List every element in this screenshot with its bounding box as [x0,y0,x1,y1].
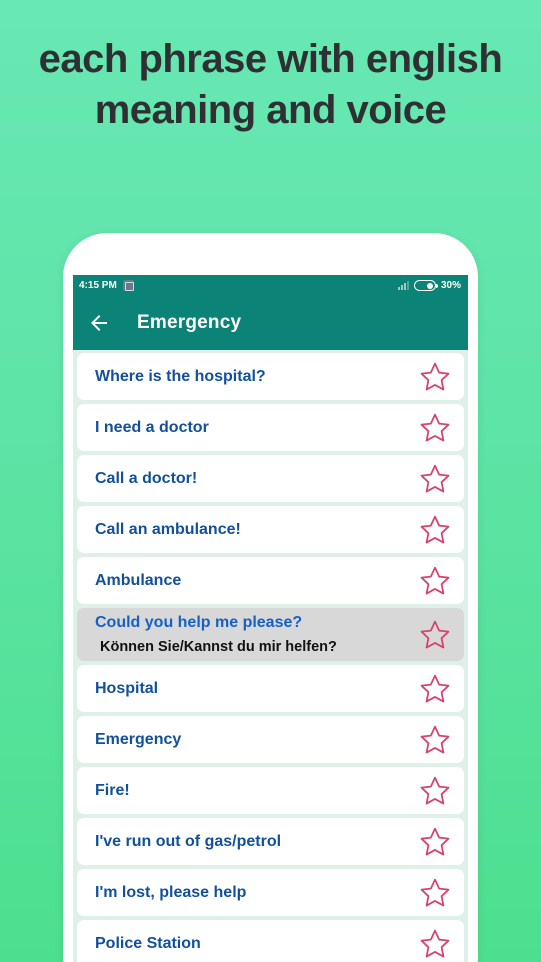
phrase-row-texts: Hospital [95,680,158,698]
star-outline-icon[interactable] [418,462,452,496]
phrase-english: Fire! [95,781,130,799]
star-outline-icon[interactable] [418,564,452,598]
phrase-english: Where is the hospital? [95,367,266,385]
phrase-row-texts: Could you help me please? Können Sie/Kann… [95,614,337,655]
phrase-row[interactable]: Ambulance [77,557,464,604]
phrase-row[interactable]: Could you help me please? Können Sie/Kann… [77,608,464,661]
phrase-row-texts: I need a doctor [95,419,209,437]
status-bar-left: 4:15 PM [79,280,134,291]
signal-bars-icon [397,281,409,290]
phrase-row[interactable]: Fire! [77,767,464,814]
phone-screen: 4:15 PM 30% Emergency Where is the hospi… [73,275,468,962]
phrase-row-texts: I'm lost, please help [95,884,246,902]
phrase-english: I need a doctor [95,418,209,436]
phrase-row[interactable]: Where is the hospital? [77,353,464,400]
phrase-row[interactable]: I've run out of gas/petrol [77,818,464,865]
phrase-row-texts: Call an ambulance! [95,521,241,539]
phrase-english: Hospital [95,679,159,697]
phrase-row[interactable]: I'm lost, please help [77,869,464,916]
phrase-english: Police Station [95,934,201,952]
phrase-row[interactable]: Emergency [77,716,464,763]
status-bar-time: 4:15 PM [79,280,117,291]
star-outline-icon[interactable] [418,927,452,961]
phrase-english: Emergency [95,730,182,748]
promo-headline: each phrase with english meaning and voi… [38,37,503,133]
phrase-row[interactable]: I need a doctor [77,404,464,451]
phrase-row-texts: Emergency [95,731,181,749]
star-outline-icon[interactable] [418,411,452,445]
app-notification-icon [122,280,134,291]
phrase-english: Call an ambulance! [95,520,241,538]
star-outline-icon[interactable] [418,774,452,808]
battery-icon [413,280,438,291]
phrase-translation: Können Sie/Kannst du mir helfen? [100,639,337,655]
phrase-row[interactable]: Police Station [77,920,464,962]
back-arrow-icon[interactable] [87,311,111,335]
status-bar: 4:15 PM 30% [73,275,468,296]
star-outline-icon[interactable] [418,618,452,652]
battery-percent-label: 30% [440,280,461,291]
status-bar-right: 30% [397,280,461,291]
star-outline-icon[interactable] [418,672,452,706]
app-bar-title: Emergency [137,312,242,333]
phrase-english: Ambulance [95,571,182,589]
phrase-row[interactable]: Call a doctor! [77,455,464,502]
star-outline-icon[interactable] [418,513,452,547]
phrase-row-texts: Call a doctor! [95,470,197,488]
star-outline-icon[interactable] [418,723,452,757]
phone-mockup: 4:15 PM 30% Emergency Where is the hospi… [63,233,478,962]
phrase-row-texts: Ambulance [95,572,181,590]
phrase-english: I'm lost, please help [95,883,247,901]
phrase-list[interactable]: Where is the hospital? I need a doctor C… [73,350,468,962]
phrase-english: Call a doctor! [95,469,198,487]
star-outline-icon[interactable] [418,360,452,394]
star-outline-icon[interactable] [418,825,452,859]
phrase-english: I've run out of gas/petrol [95,832,282,850]
phrase-row-texts: Where is the hospital? [95,368,266,386]
phrase-row-texts: I've run out of gas/petrol [95,833,281,851]
app-bar: Emergency [73,296,468,350]
phrase-english: Could you help me please? [95,614,303,631]
star-outline-icon[interactable] [418,876,452,910]
phrase-row-texts: Police Station [95,935,201,953]
phrase-row[interactable]: Call an ambulance! [77,506,464,553]
phrase-row-texts: Fire! [95,782,130,800]
phrase-row[interactable]: Hospital [77,665,464,712]
